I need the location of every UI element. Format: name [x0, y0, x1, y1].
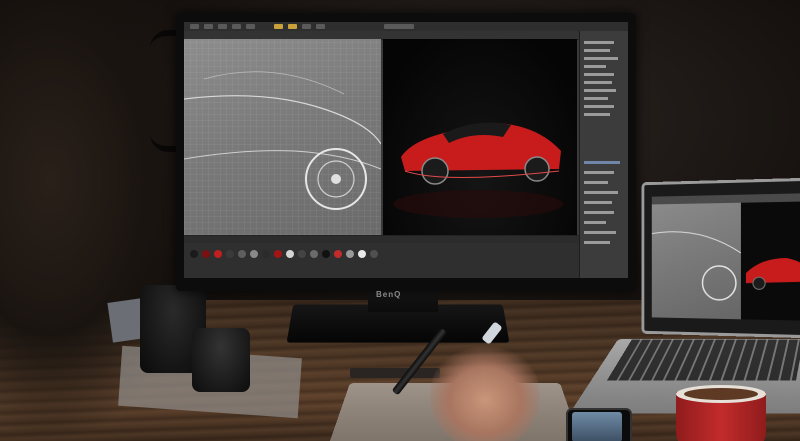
wireframe-viewport — [184, 39, 381, 235]
laptop-wireframe-drawing — [652, 203, 741, 320]
window-title-bar — [384, 24, 414, 29]
panel-row — [584, 89, 616, 92]
red-sports-car-render — [393, 122, 563, 218]
material-manager — [184, 243, 579, 278]
camera-lens-small — [192, 328, 250, 392]
menu-item — [316, 24, 325, 29]
material-swatch[interactable] — [298, 250, 306, 258]
panel-row — [584, 97, 608, 100]
monitor-brand-logo: BenQ — [376, 290, 402, 299]
panel-row — [584, 73, 614, 76]
laptop-car-render — [745, 258, 800, 320]
material-swatch[interactable] — [214, 250, 222, 258]
panel-row — [584, 113, 610, 116]
menu-item-accent — [274, 24, 283, 29]
material-swatch[interactable] — [334, 250, 342, 258]
laptop-wireframe-viewport — [651, 202, 741, 320]
material-swatch[interactable] — [370, 250, 378, 258]
menu-item — [232, 24, 241, 29]
panel-row — [584, 49, 610, 52]
material-swatch[interactable] — [262, 250, 270, 258]
material-swatch[interactable] — [202, 250, 210, 258]
laptop-screen — [641, 177, 800, 339]
hand — [430, 340, 540, 441]
panel-row — [584, 241, 610, 244]
material-swatch[interactable] — [250, 250, 258, 258]
material-swatch[interactable] — [226, 250, 234, 258]
panel-row — [584, 181, 608, 184]
laptop-render-viewport — [740, 201, 800, 321]
panel-row — [584, 171, 614, 174]
photo-scene: BenQ — [0, 0, 800, 441]
panel-row — [584, 41, 614, 44]
material-swatch[interactable] — [358, 250, 366, 258]
panel-row — [584, 57, 618, 60]
panel-row — [584, 201, 612, 204]
menu-item — [302, 24, 311, 29]
material-swatch[interactable] — [238, 250, 246, 258]
laptop-app-ui — [651, 193, 800, 321]
material-swatch[interactable] — [274, 250, 282, 258]
menu-item — [190, 24, 199, 29]
render-viewport — [383, 39, 577, 235]
material-swatch[interactable] — [286, 250, 294, 258]
monitor-screen — [184, 22, 628, 278]
laptop-keyboard — [606, 339, 800, 381]
panel-row-selected — [584, 161, 620, 164]
smartphone-screen — [572, 412, 622, 441]
panel-row — [584, 221, 606, 224]
coffee — [684, 388, 758, 400]
material-swatch[interactable] — [346, 250, 354, 258]
menu-item-accent — [288, 24, 297, 29]
material-swatch[interactable] — [190, 250, 198, 258]
panel-row — [584, 81, 612, 84]
car-wireframe-drawing — [184, 71, 381, 210]
panel-row — [584, 231, 616, 234]
material-swatch[interactable] — [322, 250, 330, 258]
menu-item — [246, 24, 255, 29]
panel-row — [584, 65, 606, 68]
object-manager-panel — [579, 31, 628, 278]
panel-row — [584, 211, 614, 214]
menu-item — [218, 24, 227, 29]
material-swatch[interactable] — [310, 250, 318, 258]
tablet-edge — [350, 368, 440, 378]
menu-item — [204, 24, 213, 29]
panel-row — [584, 105, 614, 108]
panel-row — [584, 191, 618, 194]
